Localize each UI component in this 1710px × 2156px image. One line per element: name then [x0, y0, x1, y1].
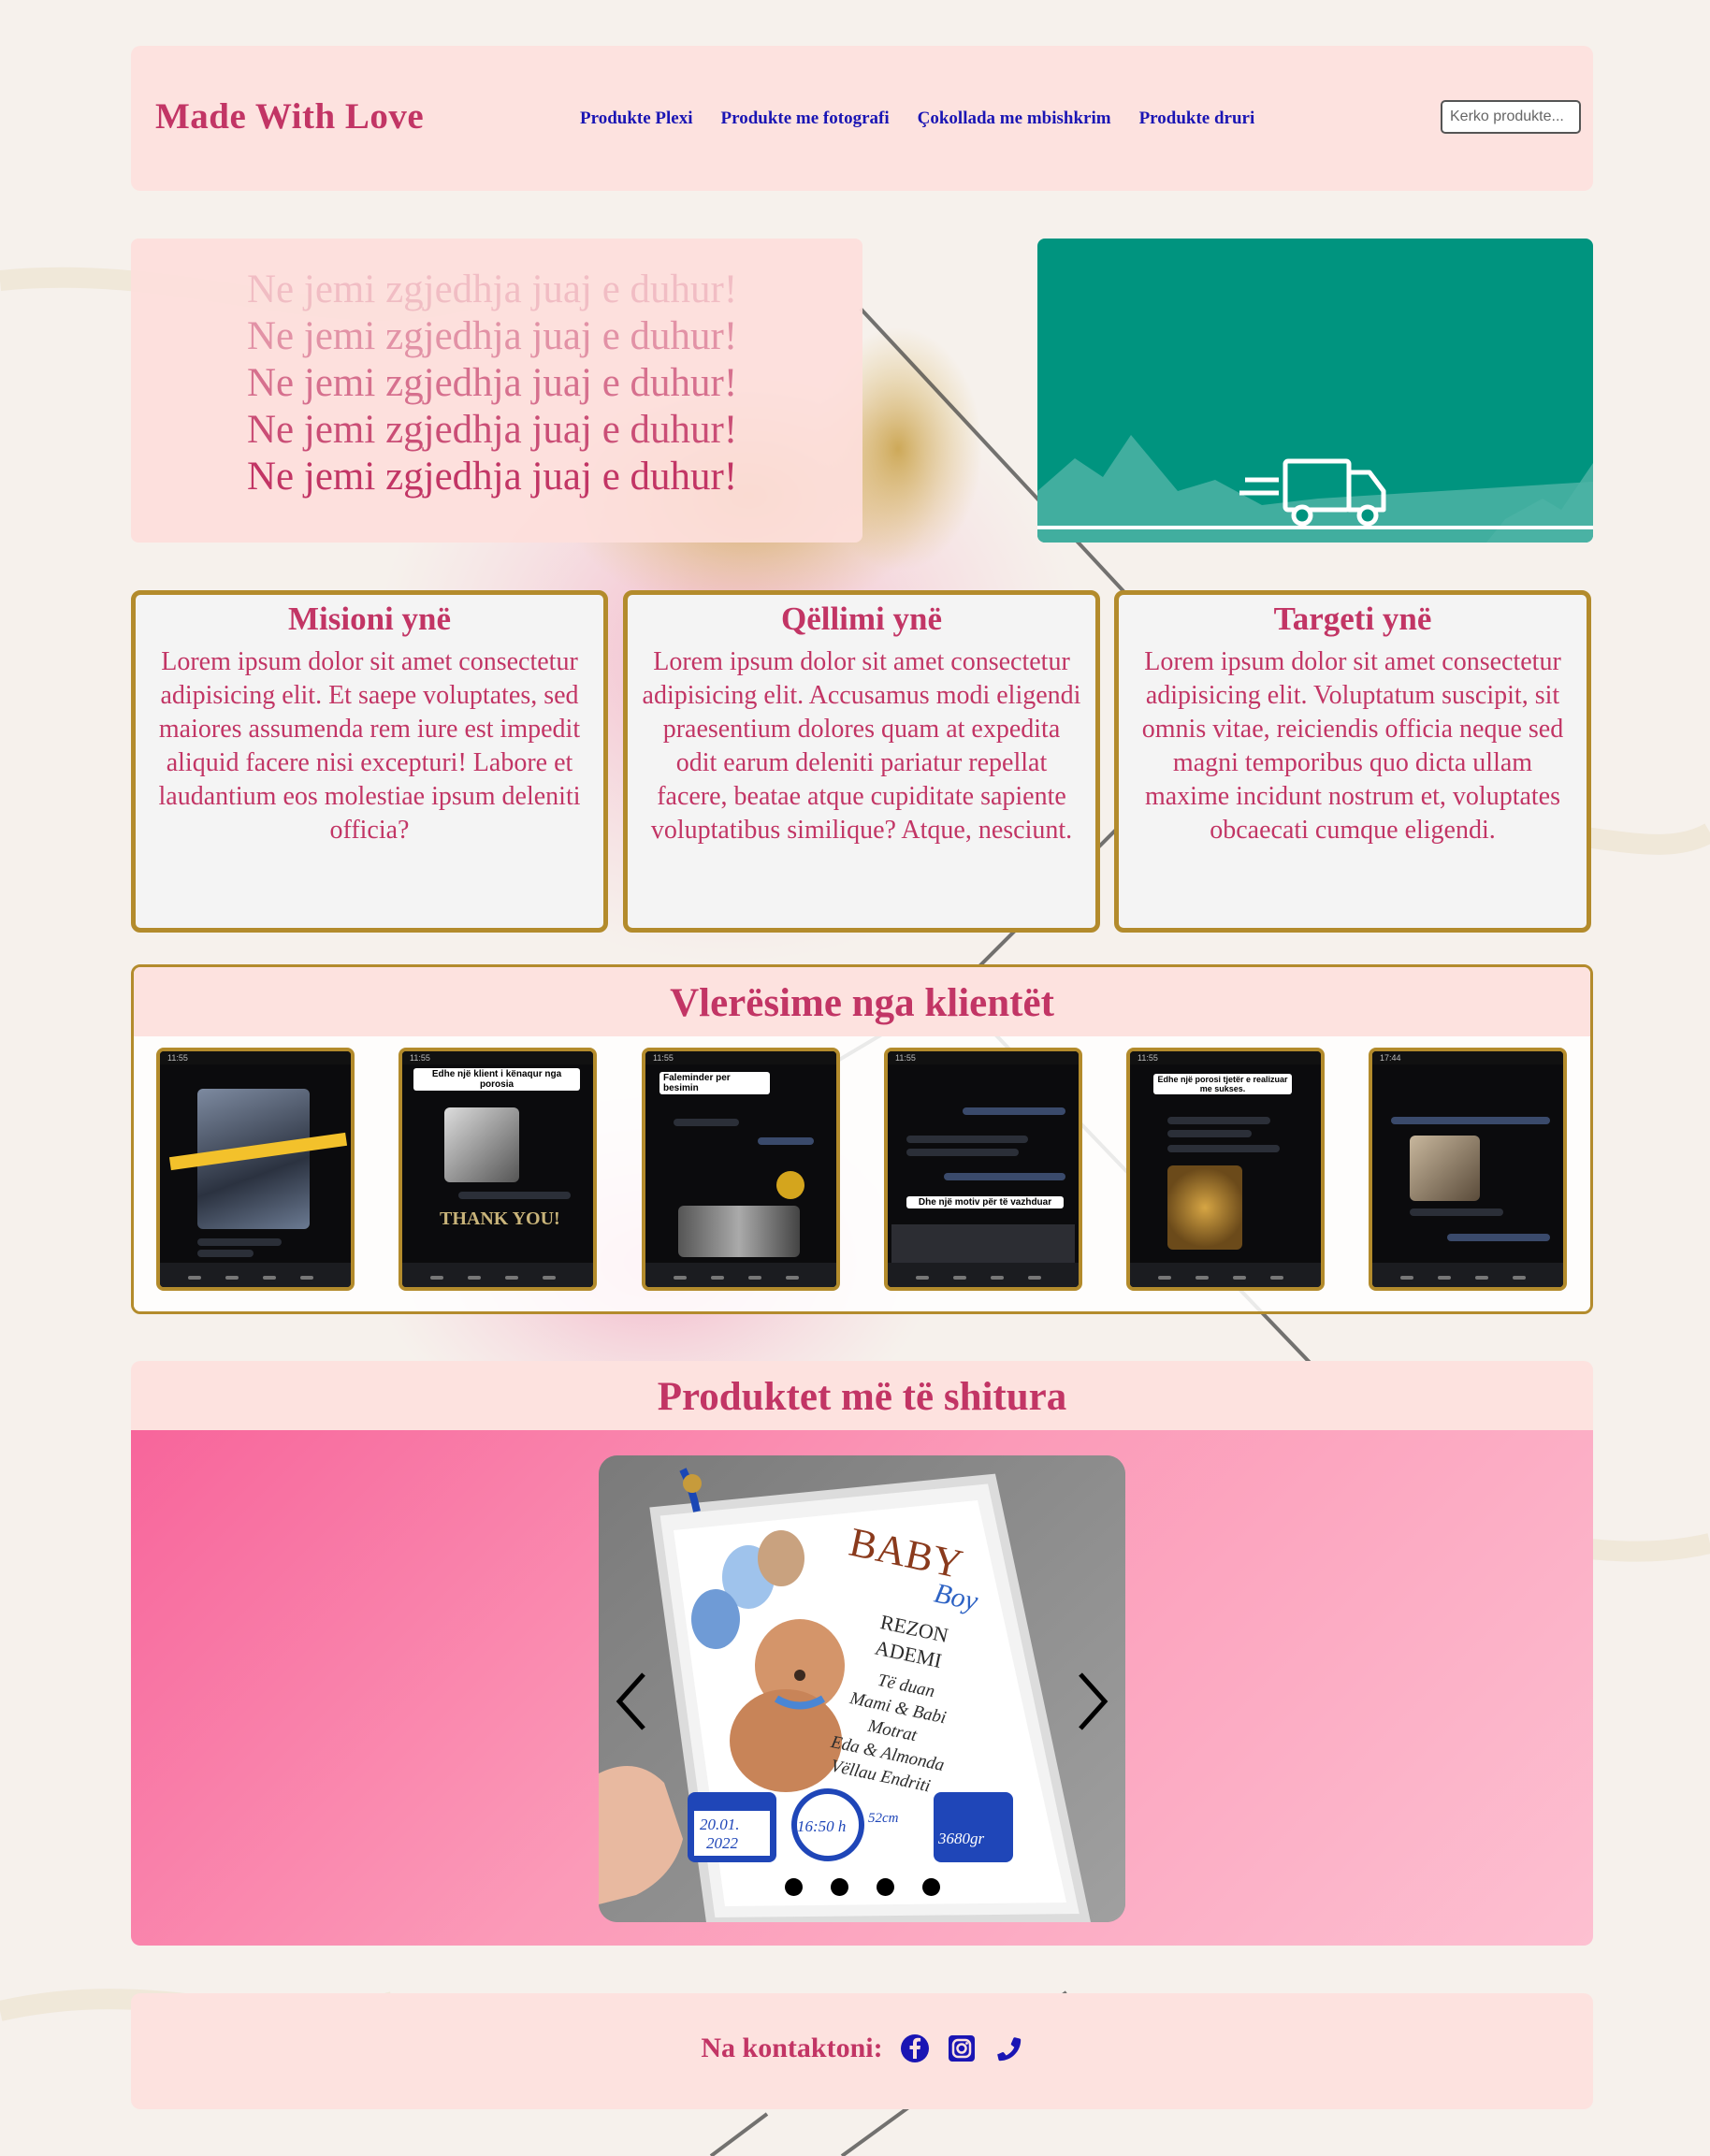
nav-link-wood-products[interactable]: Produkte druri [1139, 109, 1255, 129]
contact-row: Na kontaktoni: [131, 2033, 1593, 2064]
review-screenshot[interactable]: 11:55 Edhe një porosi tjetër e realizuar… [1126, 1048, 1325, 1291]
hero-slogan: Ne jemi zgjedhja juaj e duhur! Ne jemi z… [131, 239, 862, 543]
card-text: Lorem ipsum dolor sit amet consectetur a… [158, 647, 581, 845]
phone-icon[interactable] [993, 2033, 1023, 2063]
card-title: Misioni ynë [287, 600, 452, 637]
slogan-line: Ne jemi zgjedhja juaj e duhur! [247, 455, 738, 499]
svg-text:52cm: 52cm [868, 1811, 899, 1826]
nav-link-chocolates[interactable]: Çokollada me mbishkrim [918, 109, 1111, 129]
brand-logo[interactable]: Made With Love [155, 95, 424, 137]
mission-card: Misioni ynë Lorem ipsum dolor sit amet c… [131, 590, 608, 933]
svg-text:16:50 h: 16:50 h [797, 1817, 846, 1835]
review-screenshot[interactable]: 11:55 Edhe një klient i kënaqur nga poro… [399, 1048, 597, 1291]
reviews-title: Vlerësime nga klientët [670, 981, 1054, 1025]
instagram-icon[interactable] [947, 2033, 977, 2063]
slogan-line: Ne jemi zgjedhja juaj e duhur! [247, 361, 738, 405]
review-screenshot[interactable]: 11:55 [156, 1048, 355, 1291]
carousel-next-arrow-icon[interactable] [1075, 1669, 1112, 1734]
slogan-line: Ne jemi zgjedhja juaj e duhur! [247, 314, 738, 358]
delivery-banner [1037, 239, 1593, 543]
contact-label: Na kontaktoni: [701, 2033, 883, 2063]
target-card: Targeti ynë Lorem ipsum dolor sit amet c… [1114, 590, 1591, 933]
reviews-section: Vlerësime nga klientët 11:55 11:55 Edhe … [131, 964, 1593, 1314]
review-screenshot[interactable]: 11:55 Faleminder per besimin [642, 1048, 840, 1291]
card-title: Targeti ynë [1273, 600, 1432, 637]
site-header: Made With Love Produkte Plexi Produkte m… [131, 46, 1593, 191]
carousel-prev-arrow-icon[interactable] [612, 1669, 649, 1734]
slogan-line: Ne jemi zgjedhja juaj e duhur! [247, 408, 738, 452]
review-screenshot[interactable]: 11:55 Dhe një motiv për të vazhduar [884, 1048, 1082, 1291]
nav-link-plexi[interactable]: Produkte Plexi [580, 109, 693, 129]
svg-text:3680gr: 3680gr [937, 1830, 985, 1847]
best-sellers-header: Produktet më të shitura [131, 1361, 1593, 1430]
best-sellers-title: Produktet më të shitura [657, 1375, 1067, 1419]
carousel-dot[interactable] [876, 1878, 894, 1896]
reviews-header: Vlerësime nga klientët [134, 967, 1590, 1036]
product-photo: BABY Boy REZON ADEMI Të duan Mami & Babi… [599, 1455, 1125, 1922]
carousel-indicators [599, 1878, 1125, 1896]
carousel-dot[interactable] [921, 1878, 940, 1896]
card-title: Qëllimi ynë [780, 600, 943, 637]
svg-text:2022: 2022 [706, 1834, 739, 1852]
best-sellers-section: BABY Boy REZON ADEMI Të duan Mami & Babi… [131, 1430, 1593, 1946]
slogan-line: Ne jemi zgjedhja juaj e duhur! [247, 268, 738, 311]
svg-text:20.01.: 20.01. [700, 1816, 740, 1833]
carousel-dot[interactable] [830, 1878, 848, 1896]
carousel-dot[interactable] [784, 1878, 803, 1896]
search-input[interactable] [1441, 100, 1581, 134]
main-nav: Produkte Plexi Produkte me fotografi Çok… [580, 109, 1254, 129]
nav-link-photo-products[interactable]: Produkte me fotografi [721, 109, 890, 129]
product-carousel[interactable]: BABY Boy REZON ADEMI Të duan Mami & Babi… [599, 1455, 1125, 1922]
card-text: Lorem ipsum dolor sit amet consectetur a… [642, 647, 1081, 845]
site-footer: Na kontaktoni: [131, 1993, 1593, 2109]
goal-card: Qëllimi ynë Lorem ipsum dolor sit amet c… [623, 590, 1100, 933]
facebook-icon[interactable] [900, 2033, 930, 2063]
card-text: Lorem ipsum dolor sit amet consectetur a… [1141, 647, 1564, 845]
reviews-gallery: 11:55 11:55 Edhe një klient i kënaqur ng… [134, 1036, 1590, 1311]
review-screenshot[interactable]: 17:44 [1369, 1048, 1567, 1291]
